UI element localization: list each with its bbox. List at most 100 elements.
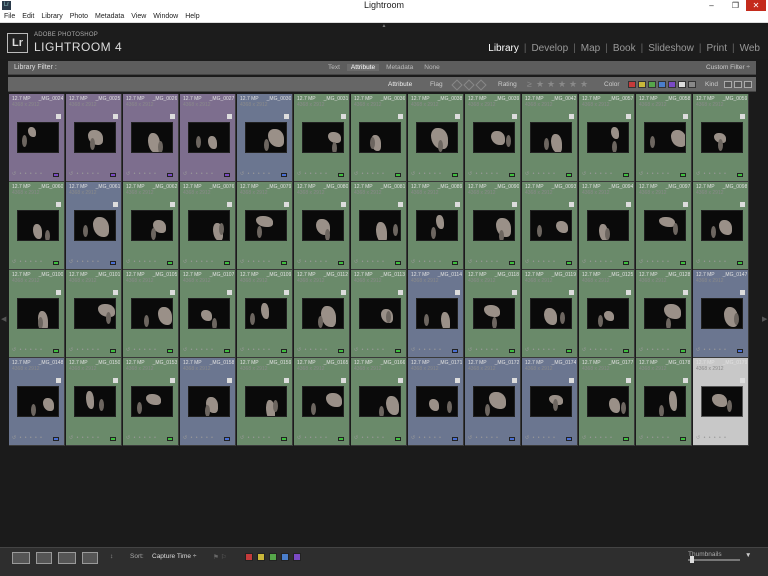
color-label-swatch[interactable] bbox=[293, 553, 301, 561]
photo-thumbnail[interactable] bbox=[245, 210, 287, 241]
rotate-rating-controls[interactable]: ↺ • • • • • bbox=[582, 347, 613, 353]
metadata-badge-icon[interactable] bbox=[170, 202, 175, 207]
color-label-chip[interactable] bbox=[110, 261, 116, 265]
color-label-chip[interactable] bbox=[737, 349, 743, 353]
rotate-rating-controls[interactable]: ↺ • • • • • bbox=[411, 259, 442, 265]
color-label-chip[interactable] bbox=[224, 437, 230, 441]
photo-thumbnail[interactable] bbox=[74, 386, 116, 417]
rotate-rating-controls[interactable]: ↺ • • • • • bbox=[468, 347, 499, 353]
color-label-chip[interactable] bbox=[167, 437, 173, 441]
photo-thumbnail[interactable] bbox=[587, 210, 629, 241]
rotate-rating-controls[interactable]: ↺ • • • • • bbox=[297, 435, 328, 441]
metadata-badge-icon[interactable] bbox=[398, 290, 403, 295]
rotate-rating-controls[interactable]: ↺ • • • • • bbox=[525, 347, 556, 353]
metadata-badge-icon[interactable] bbox=[398, 202, 403, 207]
photo-cell[interactable]: 12.7 MP _MG_0159 4368 x 2912 ↺ • • • • • bbox=[237, 358, 293, 446]
photo-thumbnail[interactable] bbox=[473, 298, 515, 329]
metadata-badge-icon[interactable] bbox=[683, 114, 688, 119]
color-label-chip[interactable] bbox=[566, 173, 572, 177]
photo-thumbnail[interactable] bbox=[131, 298, 173, 329]
rotate-rating-controls[interactable]: ↺ • • • • • bbox=[639, 171, 670, 177]
metadata-badge-icon[interactable] bbox=[455, 290, 460, 295]
color-label-chip[interactable] bbox=[623, 437, 629, 441]
photo-cell[interactable]: 12.7 MP _MG_0128 4368 x 2912 ↺ • • • • • bbox=[636, 270, 692, 358]
color-label-chip[interactable] bbox=[680, 173, 686, 177]
photo-thumbnail[interactable] bbox=[473, 386, 515, 417]
metadata-badge-icon[interactable] bbox=[341, 114, 346, 119]
photo-thumbnail[interactable] bbox=[530, 298, 572, 329]
rotate-rating-controls[interactable]: ↺ • • • • • bbox=[12, 171, 43, 177]
metadata-badge-icon[interactable] bbox=[284, 378, 289, 383]
color-label-chip[interactable] bbox=[53, 261, 59, 265]
photo-cell[interactable]: 12.7 MP _MG_0158 4368 x 2912 ↺ • • • • • bbox=[180, 358, 236, 446]
photo-thumbnail[interactable] bbox=[188, 386, 230, 417]
photo-thumbnail[interactable] bbox=[359, 298, 401, 329]
photo-cell[interactable]: 12.7 MP _MG_0080 4368 x 2912 ↺ • • • • • bbox=[294, 182, 350, 270]
metadata-badge-icon[interactable] bbox=[512, 290, 517, 295]
filter-tab-none[interactable]: None bbox=[420, 64, 444, 71]
photo-thumbnail[interactable] bbox=[587, 122, 629, 153]
color-label-chip[interactable] bbox=[281, 261, 287, 265]
rotate-rating-controls[interactable]: ↺ • • • • • bbox=[582, 435, 613, 441]
color-label-chip[interactable] bbox=[53, 173, 59, 177]
photo-thumbnail[interactable] bbox=[17, 298, 59, 329]
photo-cell[interactable]: 12.7 MP _MG_0150 4368 x 2912 ↺ • • • • • bbox=[66, 358, 122, 446]
menu-edit[interactable]: Edit bbox=[18, 11, 37, 23]
metadata-badge-icon[interactable] bbox=[626, 378, 631, 383]
color-label-chip[interactable] bbox=[224, 173, 230, 177]
rotate-rating-controls[interactable]: ↺ • • • • • bbox=[525, 259, 556, 265]
color-label-chip[interactable] bbox=[737, 261, 743, 265]
left-panel-toggle-icon[interactable]: ◀ bbox=[1, 315, 6, 323]
rotate-rating-controls[interactable]: ↺ • • • • • bbox=[126, 435, 157, 441]
color-label-swatch[interactable] bbox=[269, 553, 277, 561]
rotate-rating-controls[interactable]: ↺ • • • • • bbox=[696, 171, 727, 177]
star-icon[interactable]: ★ bbox=[569, 79, 577, 90]
photo-cell[interactable]: 12.7 MP _MG_0076 4368 x 2912 ↺ • • • • • bbox=[180, 182, 236, 270]
photo-cell[interactable]: 12.7 MP _MG_0031 4368 x 2912 ↺ • • • • • bbox=[294, 94, 350, 182]
photo-thumbnail[interactable] bbox=[359, 210, 401, 241]
metadata-badge-icon[interactable] bbox=[455, 114, 460, 119]
metadata-badge-icon[interactable] bbox=[683, 202, 688, 207]
rotate-rating-controls[interactable]: ↺ • • • • • bbox=[696, 259, 727, 265]
metadata-badge-icon[interactable] bbox=[455, 202, 460, 207]
rotate-rating-controls[interactable]: ↺ • • • • • bbox=[12, 259, 43, 265]
metadata-badge-icon[interactable] bbox=[569, 290, 574, 295]
color-label-chip[interactable] bbox=[53, 437, 59, 441]
photo-cell[interactable]: 12.7 MP _MG_0093 4368 x 2912 ↺ • • • • • bbox=[522, 182, 578, 270]
rotate-rating-controls[interactable]: ↺ • • • • • bbox=[468, 171, 499, 177]
color-label-chip[interactable] bbox=[224, 349, 230, 353]
metadata-badge-icon[interactable] bbox=[740, 202, 745, 207]
photo-cell[interactable]: 12.7 MP _MG_0057 4368 x 2912 ↺ • • • • • bbox=[579, 94, 635, 182]
flag-rejected-icon[interactable] bbox=[475, 79, 487, 91]
photo-cell[interactable]: 12.7 MP _MG_0109 4368 x 2912 ↺ • • • • • bbox=[237, 270, 293, 358]
photo-cell[interactable]: 12.7 MP _MG_0125 4368 x 2912 ↺ • • • • • bbox=[579, 270, 635, 358]
module-slideshow[interactable]: Slideshow bbox=[648, 43, 694, 54]
color-label-chip[interactable] bbox=[566, 261, 572, 265]
color-label-swatch[interactable] bbox=[628, 81, 636, 88]
photo-thumbnail[interactable] bbox=[245, 386, 287, 417]
photo-thumbnail[interactable] bbox=[302, 210, 344, 241]
rotate-rating-controls[interactable]: ↺ • • • • • bbox=[183, 259, 214, 265]
color-label-swatch[interactable] bbox=[648, 81, 656, 88]
color-label-chip[interactable] bbox=[509, 261, 515, 265]
photo-cell[interactable]: 12.7 MP _MG_0179 4368 x 2912 ↺ • • • • • bbox=[693, 358, 749, 446]
photo-thumbnail[interactable] bbox=[473, 210, 515, 241]
color-label-swatch[interactable] bbox=[668, 81, 676, 88]
color-label-swatch[interactable] bbox=[257, 553, 265, 561]
restore-button[interactable]: ❐ bbox=[727, 0, 744, 11]
menu-library[interactable]: Library bbox=[37, 11, 65, 23]
metadata-badge-icon[interactable] bbox=[569, 378, 574, 383]
photo-cell[interactable]: 12.7 MP _MG_0024 4368 x 2912 ↺ • • • • • bbox=[9, 94, 65, 182]
metadata-badge-icon[interactable] bbox=[284, 114, 289, 119]
photo-thumbnail[interactable] bbox=[17, 386, 59, 417]
photo-thumbnail[interactable] bbox=[245, 122, 287, 153]
rotate-rating-controls[interactable]: ↺ • • • • • bbox=[525, 435, 556, 441]
photo-cell[interactable]: 12.7 MP _MG_0079 4368 x 2912 ↺ • • • • • bbox=[237, 182, 293, 270]
photo-thumbnail[interactable] bbox=[530, 122, 572, 153]
photo-cell[interactable]: 12.7 MP _MG_0178 4368 x 2912 ↺ • • • • • bbox=[636, 358, 692, 446]
color-label-chip[interactable] bbox=[167, 173, 173, 177]
color-label-swatch[interactable] bbox=[638, 81, 646, 88]
rotate-rating-controls[interactable]: ↺ • • • • • bbox=[183, 435, 214, 441]
color-label-chip[interactable] bbox=[680, 261, 686, 265]
photo-cell[interactable]: 12.7 MP _MG_0118 4368 x 2912 ↺ • • • • • bbox=[465, 270, 521, 358]
